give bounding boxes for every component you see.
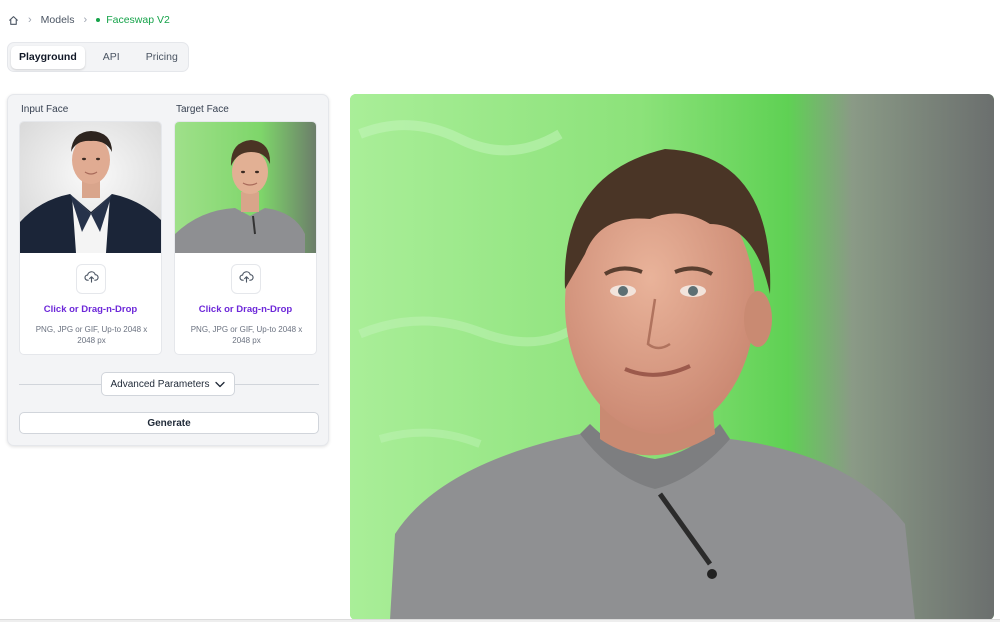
tab-pricing[interactable]: Pricing (138, 46, 186, 69)
advanced-parameters-label: Advanced Parameters (110, 378, 210, 390)
target-face-image (175, 122, 316, 253)
breadcrumb: › Models › Faceswap V2 (7, 12, 170, 28)
cloud-upload-icon (239, 270, 254, 288)
generate-button[interactable]: Generate (19, 412, 319, 434)
input-face-hint: PNG, JPG or GIF, Up-to 2048 x 2048 px (35, 325, 148, 345)
cloud-upload-icon (84, 270, 99, 288)
tab-api[interactable]: API (95, 46, 128, 69)
status-dot (96, 18, 101, 22)
chevron-right-icon: › (83, 14, 88, 26)
input-face-dropzone[interactable]: Click or Drag-n-Drop PNG, JPG or GIF, Up… (19, 121, 162, 355)
target-face-hint: PNG, JPG or GIF, Up-to 2048 x 2048 px (190, 325, 303, 345)
target-face-drop-link[interactable]: Click or Drag-n-Drop (175, 304, 316, 315)
result-image (350, 94, 994, 620)
input-face-upload-button[interactable] (76, 264, 106, 294)
target-face-label: Target Face (176, 104, 229, 115)
input-face-drop-link[interactable]: Click or Drag-n-Drop (20, 304, 161, 315)
target-face-dropzone[interactable]: Click or Drag-n-Drop PNG, JPG or GIF, Up… (174, 121, 317, 355)
chevron-right-icon: › (28, 14, 32, 26)
input-face-image (20, 122, 161, 253)
target-face-upload-button[interactable] (231, 264, 261, 294)
divider-right (235, 384, 319, 385)
chevron-down-icon (215, 381, 226, 388)
divider-left (19, 384, 101, 385)
tab-playground[interactable]: Playground (11, 45, 85, 69)
breadcrumb-models-link[interactable]: Models (41, 14, 75, 26)
input-face-label: Input Face (21, 104, 69, 115)
advanced-parameters-button[interactable]: Advanced Parameters (101, 372, 235, 396)
home-icon[interactable] (7, 14, 19, 26)
tab-bar: Playground API Pricing (7, 42, 189, 72)
breadcrumb-current: Faceswap V2 (106, 14, 170, 26)
playground-panel: Input Face Target Face Click or Drag-n-D… (7, 94, 329, 446)
